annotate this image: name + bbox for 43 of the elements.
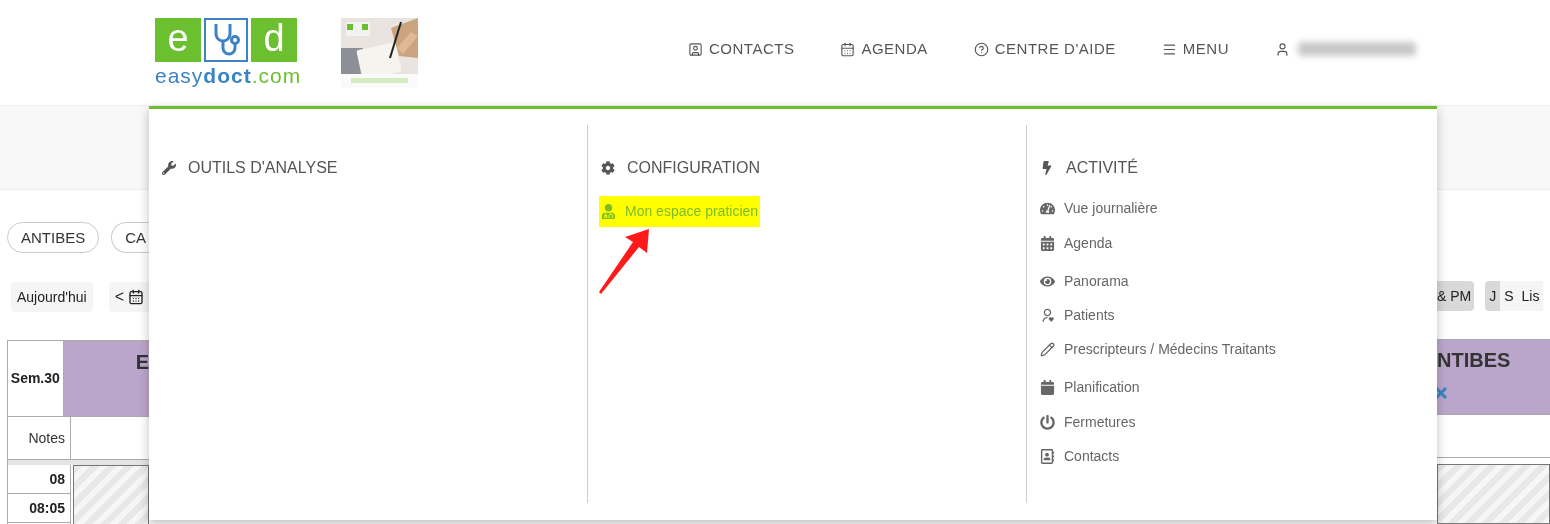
logo[interactable]: e d easydoct.com bbox=[155, 18, 303, 88]
time-cell: 08 bbox=[8, 465, 70, 494]
notes-cell: Notes bbox=[8, 417, 71, 459]
help-icon bbox=[973, 41, 989, 57]
wrench-icon bbox=[162, 161, 176, 175]
section-heading: OUTILS D'ANALYSE bbox=[162, 156, 587, 180]
calendar-icon bbox=[840, 41, 856, 57]
period-button[interactable]: & PM bbox=[1437, 281, 1475, 311]
time-cell: 08:05 bbox=[8, 494, 70, 523]
menu-item[interactable]: Panorama bbox=[1038, 269, 1131, 293]
lightning-icon bbox=[1040, 161, 1054, 175]
menu-item[interactable]: Vue journalière bbox=[1038, 196, 1160, 220]
user-icon[interactable] bbox=[1274, 41, 1290, 57]
nav-link[interactable]: CENTRE D'AIDE bbox=[973, 38, 1116, 61]
power-icon bbox=[1040, 414, 1055, 430]
view-toggle[interactable]: J bbox=[1485, 281, 1501, 311]
day-header-title: NTIBES bbox=[1437, 348, 1512, 373]
contact-book-icon bbox=[1040, 448, 1055, 464]
nav-link[interactable]: CONTACTS bbox=[688, 38, 795, 61]
person-head-icon bbox=[1040, 307, 1055, 323]
menu-item[interactable]: Agenda bbox=[1038, 231, 1115, 255]
today-button[interactable]: Aujourd'hui bbox=[11, 282, 93, 312]
section-heading: CONFIGURATION bbox=[601, 156, 1026, 180]
menu-item[interactable]: Prescripteurs / Médecins Traitants bbox=[1038, 337, 1278, 361]
gauge-icon bbox=[1040, 200, 1055, 216]
calendar-icon bbox=[1040, 379, 1055, 395]
menu-item[interactable]: Planification bbox=[1038, 375, 1142, 399]
menu-item[interactable]: Fermetures bbox=[1038, 410, 1138, 434]
previous-button[interactable]: < bbox=[108, 282, 149, 312]
calendar-icon bbox=[127, 289, 144, 305]
calendar-icon bbox=[1040, 235, 1055, 251]
doctor-icon bbox=[601, 204, 616, 219]
contact-card-icon bbox=[688, 41, 703, 57]
gear-icon bbox=[601, 161, 615, 175]
menu-icon bbox=[1161, 41, 1177, 57]
week-cell: Sem.30 bbox=[8, 341, 64, 416]
menu-item[interactable]: Contacts bbox=[1038, 444, 1122, 468]
nav-link[interactable]: AGENDA bbox=[840, 38, 928, 61]
menu-item[interactable]: Patients bbox=[1038, 303, 1117, 327]
section-heading: ACTIVITÉ bbox=[1040, 156, 1437, 180]
nav-link[interactable]: MENU bbox=[1161, 38, 1229, 61]
day-header: E bbox=[63, 341, 149, 416]
pencil-icon bbox=[1040, 341, 1055, 357]
